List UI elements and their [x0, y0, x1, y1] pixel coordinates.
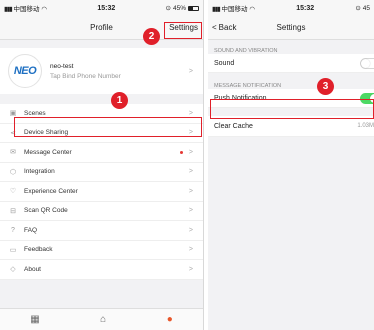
settings-screen: ▮▮▮ 中国移动 ◠ 15:32 ⊙ 45 < Back Settings SOUN… [208, 0, 374, 330]
back-button[interactable]: < Back [212, 23, 236, 32]
menu-item-integration[interactable]: ⬡ Integration > [0, 163, 203, 182]
callout-badge-1: 1 [111, 92, 128, 109]
signal-icon: ▮▮▮ [4, 6, 13, 13]
menu-item-experience-center[interactable]: ♡ Experience Center > [0, 182, 203, 202]
alarm-icon: ⊙ [165, 5, 171, 12]
menu-item-label: About [24, 265, 41, 273]
feedback-icon: ▭ [9, 246, 17, 254]
avatar: NEO [8, 54, 42, 88]
menu-item-feedback[interactable]: ▭ Feedback > [0, 241, 203, 260]
back-label: Back [218, 23, 237, 32]
chevron-left-icon: < [212, 23, 217, 32]
unread-dot [180, 150, 183, 154]
about-icon: ◇ [10, 266, 16, 274]
settings-highlight [164, 22, 202, 39]
heart-icon: ♡ [9, 188, 17, 196]
profile-card[interactable]: NEO neo-test Tap Bind Phone Number > [0, 48, 203, 94]
menu-item-label: Integration [24, 168, 55, 176]
question-icon: ? [11, 226, 15, 234]
profile-name: neo-test [50, 62, 74, 70]
menu-item-label: Scenes [24, 109, 46, 117]
tab-home-icon[interactable]: ⌂ [100, 314, 106, 325]
clear-cache-label: Clear Cache [214, 122, 253, 130]
sound-label: Sound [214, 59, 235, 67]
section-header-sound: SOUND AND VIBRATION [214, 48, 278, 54]
callout-badge-2: 2 [143, 28, 160, 45]
page-title: Profile [90, 23, 113, 32]
clock: 15:32 [97, 4, 116, 12]
neo-logo: NEO [13, 65, 37, 77]
chevron-right-icon: > [188, 168, 193, 176]
page-title: Settings [276, 23, 306, 32]
menu-item-scan-qr-code[interactable]: ⊟ Scan QR Code > [0, 202, 203, 221]
status-bar: ▮▮▮ 中国移动 ◠ 15:32 ⊙ 45% [0, 0, 203, 16]
sound-toggle[interactable] [360, 57, 374, 69]
menu-item-label: Experience Center [24, 187, 78, 195]
menu-item-label: Message Center [24, 148, 72, 156]
chevron-right-icon: > [188, 226, 193, 234]
cache-size: 1.03M [357, 123, 374, 129]
chevron-right-icon: > [188, 67, 193, 75]
nav-bar: < Back Settings [208, 16, 374, 40]
battery-percent: 45 [362, 4, 370, 12]
chevron-right-icon: > [188, 109, 193, 117]
section-header-message: MESSAGE NOTIFICATION [214, 83, 282, 89]
wifi-icon: ◠ [41, 6, 48, 13]
clear-cache-row[interactable]: Clear Cache 1.03M [208, 116, 374, 137]
chevron-right-icon: > [188, 265, 193, 273]
menu-item-faq[interactable]: ? FAQ > [0, 221, 203, 241]
tab-devices-icon[interactable]: ▦ [30, 314, 39, 325]
integration-icon: ⬡ [9, 168, 17, 176]
device-sharing-highlight [14, 117, 202, 137]
clock: 15:32 [296, 4, 315, 12]
menu-item-label: Scan QR Code [24, 207, 68, 215]
menu-item-about[interactable]: ◇ About > [0, 260, 203, 280]
wifi-icon: ◠ [249, 6, 256, 13]
chevron-right-icon: > [188, 207, 193, 215]
chevron-right-icon: > [188, 246, 193, 254]
menu-item-label: FAQ [24, 226, 38, 234]
chevron-right-icon: > [188, 187, 193, 195]
menu-item-label: Feedback [24, 246, 53, 254]
qr-icon: ⊟ [10, 207, 16, 215]
battery-percent: 45% [172, 4, 186, 12]
alarm-icon: ⊙ [355, 5, 361, 12]
signal-icon: ▮▮▮ [212, 6, 221, 13]
carrier-label: 中国移动 [221, 6, 248, 13]
message-icon: ✉ [10, 149, 16, 157]
push-notification-highlight [210, 99, 374, 119]
battery-icon [188, 5, 199, 11]
tab-profile-icon[interactable]: ● [167, 314, 173, 325]
sound-row: Sound [208, 54, 374, 73]
carrier-label: 中国移动 [13, 6, 40, 13]
profile-screen: ▮▮▮ 中国移动 ◠ 15:32 ⊙ 45% Profile Settings N… [0, 0, 204, 330]
status-bar: ▮▮▮ 中国移动 ◠ 15:32 ⊙ 45 [208, 0, 374, 16]
chevron-right-icon: > [188, 148, 193, 156]
menu-item-message-center[interactable]: ✉ Message Center > [0, 143, 203, 163]
tab-bar: ▦ ⌂ ● [0, 308, 203, 330]
callout-badge-3: 3 [317, 78, 334, 95]
profile-subtitle: Tap Bind Phone Number [50, 72, 121, 80]
